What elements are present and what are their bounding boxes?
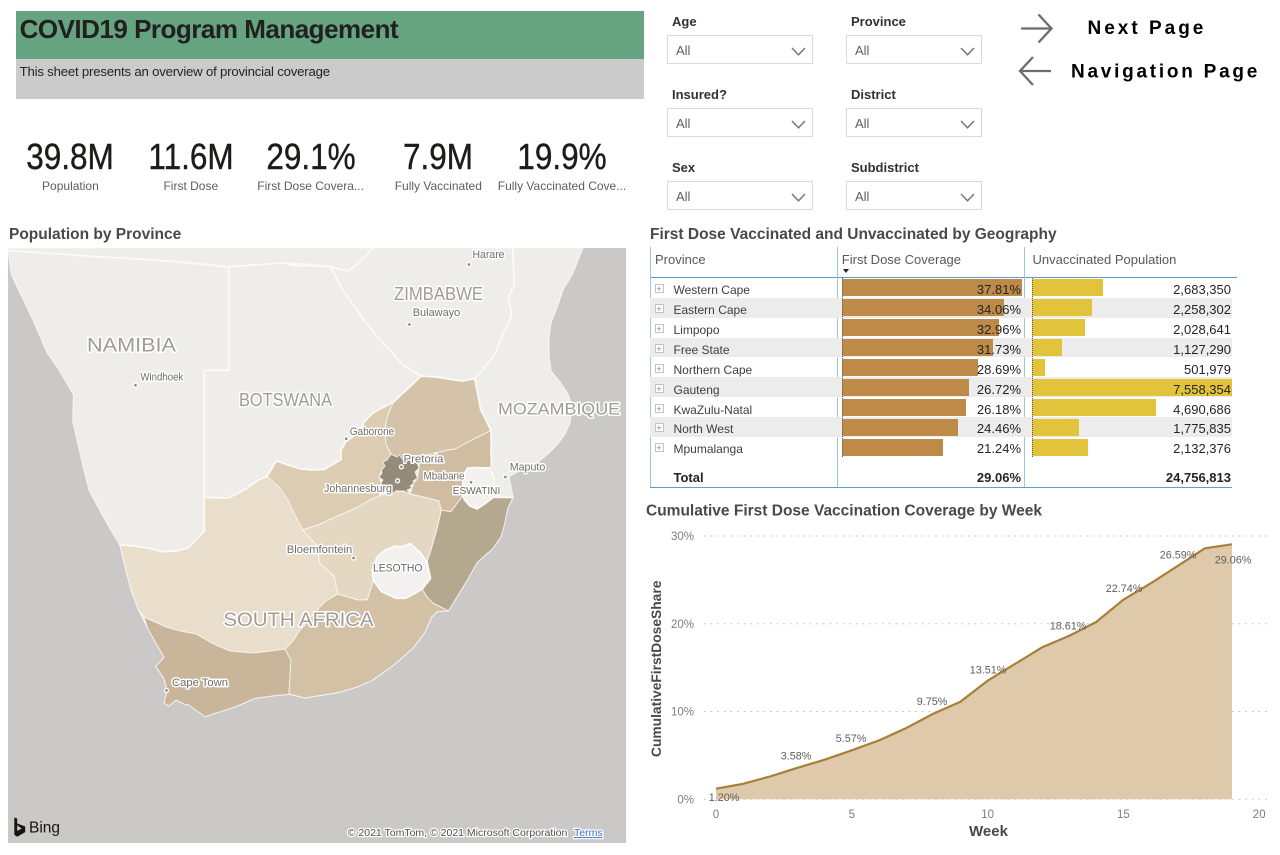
svg-text:5: 5 xyxy=(849,809,855,821)
svg-text:LESOTHO: LESOTHO xyxy=(373,563,423,575)
svg-text:CumulativeFirstDoseShare: CumulativeFirstDoseShare xyxy=(649,580,664,757)
svg-text:MOZAMBIQUE: MOZAMBIQUE xyxy=(498,400,620,419)
svg-text:Windhoek: Windhoek xyxy=(140,372,183,384)
svg-text:10: 10 xyxy=(981,809,994,821)
svg-text:13.51%: 13.51% xyxy=(970,664,1007,676)
svg-text:Next Page: Next Page xyxy=(1088,18,1207,39)
svg-text:Pretoria: Pretoria xyxy=(404,454,445,466)
svg-text:20: 20 xyxy=(1253,809,1266,821)
svg-text:10%: 10% xyxy=(671,707,694,719)
svg-text:NAMIBIA: NAMIBIA xyxy=(87,335,176,357)
svg-text:0%: 0% xyxy=(677,794,694,806)
svg-text:Maputo: Maputo xyxy=(510,462,546,474)
svg-text:Week: Week xyxy=(969,823,1009,840)
svg-text:18.61%: 18.61% xyxy=(1050,621,1087,633)
svg-text:29.06%: 29.06% xyxy=(1215,555,1252,567)
svg-text:5.57%: 5.57% xyxy=(836,733,867,745)
svg-text:30%: 30% xyxy=(671,531,694,543)
svg-text:Johannesburg: Johannesburg xyxy=(324,483,392,495)
svg-text:SOUTH AFRICA: SOUTH AFRICA xyxy=(224,609,374,631)
svg-text:© 2021 TomTom, © 2021 Microsof: © 2021 TomTom, © 2021 Microsoft Corporat… xyxy=(348,827,568,839)
svg-text:Terms: Terms xyxy=(574,827,603,839)
svg-text:Bloemfontein: Bloemfontein xyxy=(287,544,353,556)
svg-text:0: 0 xyxy=(713,809,719,821)
svg-text:15: 15 xyxy=(1117,809,1130,821)
svg-text:26.59%: 26.59% xyxy=(1160,549,1197,561)
svg-text:Mbabane: Mbabane xyxy=(424,471,465,483)
svg-text:22.74%: 22.74% xyxy=(1106,583,1143,595)
svg-text:ESWATINI: ESWATINI xyxy=(453,485,501,497)
svg-text:Cumulative First Dose Vaccinat: Cumulative First Dose Vaccination Covera… xyxy=(646,503,1042,520)
svg-text:Navigation Page: Navigation Page xyxy=(1071,62,1260,83)
svg-text:20%: 20% xyxy=(671,619,694,631)
svg-text:Harare: Harare xyxy=(473,249,505,261)
svg-text:3.58%: 3.58% xyxy=(781,751,812,763)
svg-text:Bulawayo: Bulawayo xyxy=(413,307,461,319)
svg-text:Gaborone: Gaborone xyxy=(350,426,395,438)
svg-text:9.75%: 9.75% xyxy=(917,696,948,708)
svg-text:BOTSWANA: BOTSWANA xyxy=(239,390,332,410)
svg-text:ZIMBABWE: ZIMBABWE xyxy=(394,284,483,304)
svg-text:1.20%: 1.20% xyxy=(709,792,740,804)
svg-text:Cape Town: Cape Town xyxy=(172,677,228,689)
svg-text:Bing: Bing xyxy=(29,820,60,837)
